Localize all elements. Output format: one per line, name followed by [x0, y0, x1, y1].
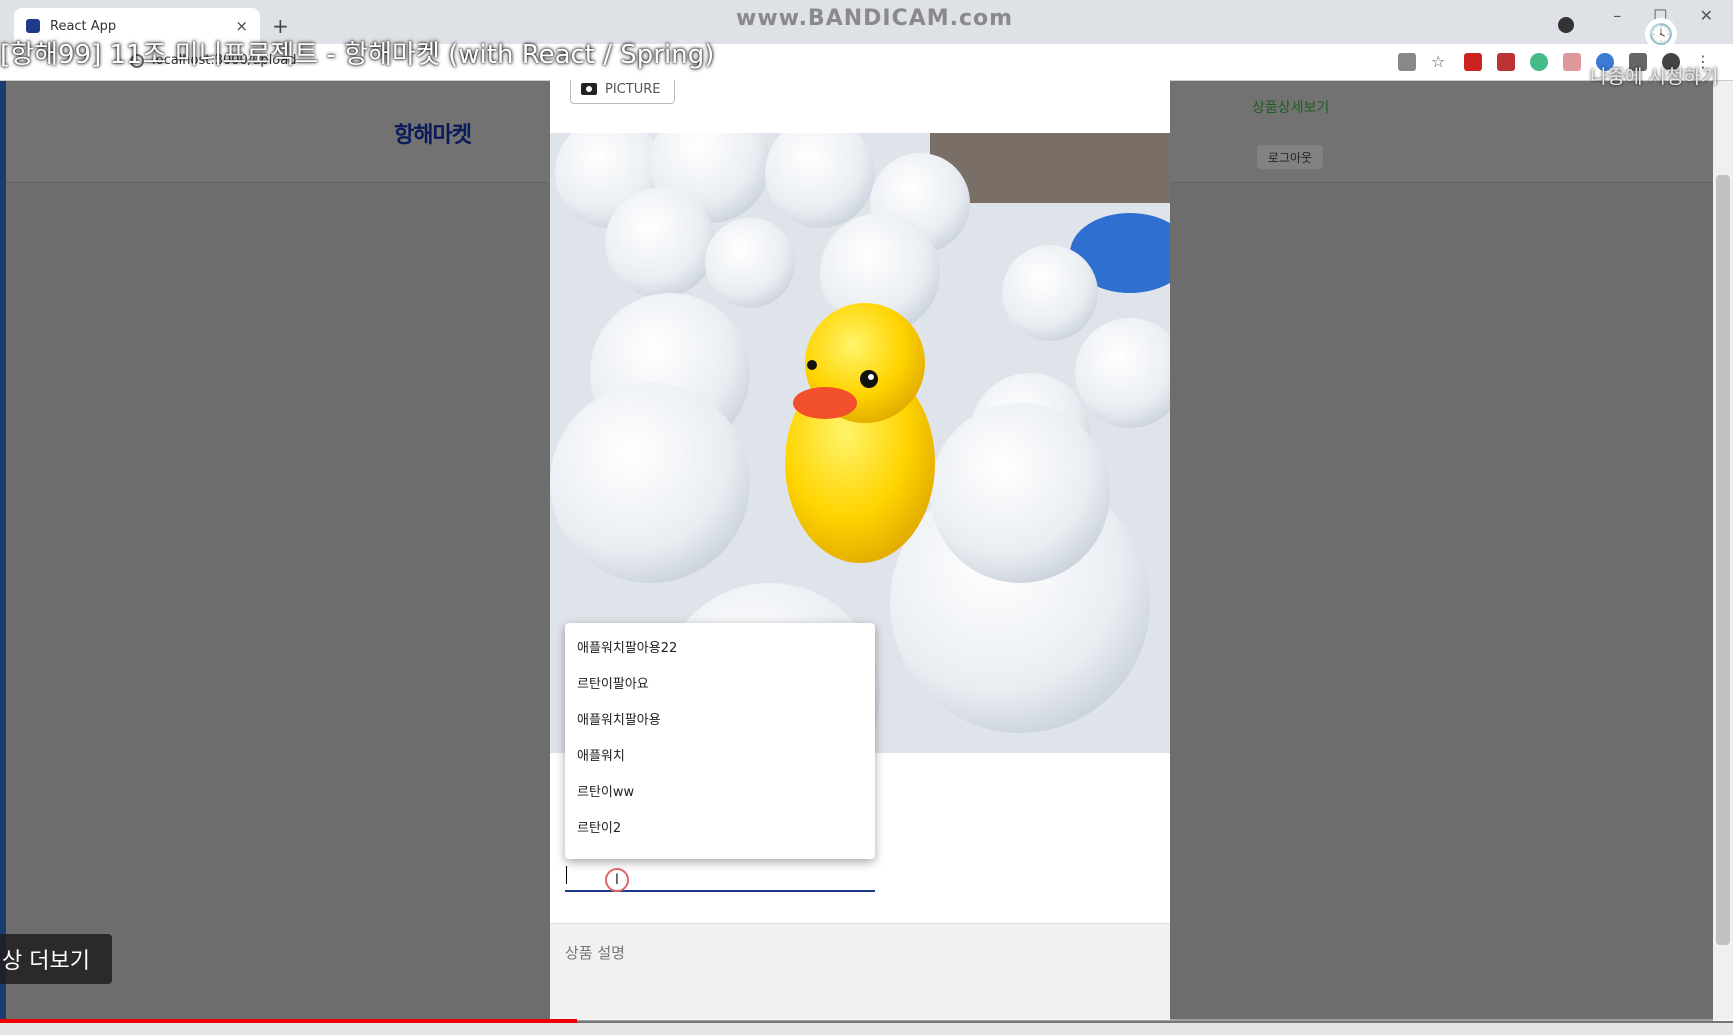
close-window-button[interactable]: ✕ [1700, 6, 1713, 25]
text-caret [566, 866, 567, 884]
nav-product-detail-link[interactable]: 상품상세보기 [1252, 97, 1329, 117]
suggestion-item[interactable]: 르탄이2 [565, 811, 875, 847]
camera-icon [581, 83, 597, 95]
watch-later-label[interactable]: 나중에 시청하기 [1590, 62, 1718, 89]
product-title-input[interactable]: I [565, 862, 875, 892]
description-placeholder: 상품 설명 [565, 944, 625, 962]
suggestion-item[interactable]: 애플워치팔아용22 [565, 631, 875, 667]
site-logo[interactable]: 항해마켓 [394, 117, 472, 149]
extension-icon[interactable] [1563, 53, 1581, 71]
more-videos-button[interactable]: 상 더보기 [0, 934, 112, 984]
upload-modal: PICTURE 애플워치팔아용22 르탄이팔아요 애플워치팔아용 애플워치 르탄… [550, 80, 1170, 1020]
suggestion-item[interactable]: 르탄이ww [565, 775, 875, 811]
translate-icon[interactable] [1398, 53, 1416, 71]
picture-upload-label: PICTURE [605, 81, 661, 97]
pdf-extension-icon[interactable] [1464, 53, 1482, 71]
tab-close-icon[interactable]: × [235, 17, 248, 35]
clock-icon[interactable]: 🕓 [1645, 18, 1677, 50]
react-favicon-icon [26, 19, 40, 33]
page-scrollbar-thumb[interactable] [1716, 175, 1730, 945]
horizontal-scrollbar[interactable] [0, 1023, 1733, 1035]
text-cursor-icon: I [605, 868, 629, 892]
bookmark-star-icon[interactable]: ☆ [1431, 53, 1449, 71]
extension-icon[interactable] [1497, 53, 1515, 71]
suggestion-item[interactable]: 애플워치 [565, 739, 875, 775]
suggestion-item[interactable]: 르탄이팔아요 [565, 667, 875, 703]
product-description-field[interactable]: 상품 설명 [550, 923, 1170, 1020]
logout-button[interactable]: 로그아웃 [1257, 145, 1323, 169]
tab-title: React App [50, 18, 117, 34]
video-title: [항해99] 11조 미니프로젝트 - 항해마켓 (with React / S… [0, 40, 715, 70]
title-suggestion-dropdown: 애플워치팔아용22 르탄이팔아요 애플워치팔아용 애플워치 르탄이ww 르탄이2 [565, 623, 875, 859]
recording-watermark: www.BANDICAM.com [736, 6, 1014, 31]
chrome-profile-icon[interactable] [1558, 17, 1574, 33]
picture-upload-button[interactable]: PICTURE [570, 80, 675, 104]
extension-icon[interactable] [1530, 53, 1548, 71]
suggestion-item[interactable]: 애플워치팔아용 [565, 703, 875, 739]
minimize-button[interactable]: – [1613, 6, 1621, 25]
